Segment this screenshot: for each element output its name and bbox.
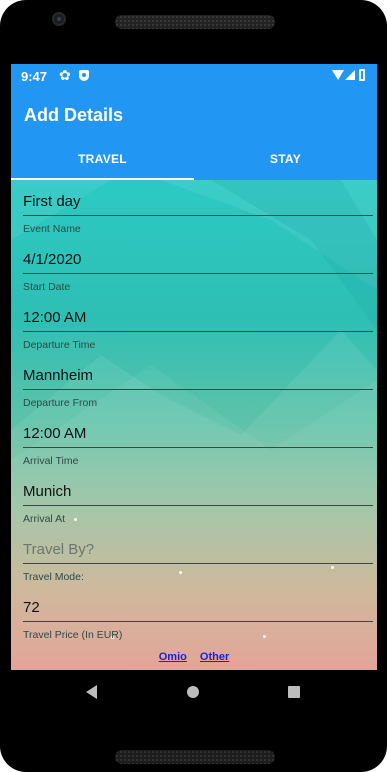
travel-mode-label: Travel Mode: [23,571,84,583]
event-name-field[interactable]: First day Event Name [23,192,373,235]
travel-price-label: Travel Price (In EUR) [23,629,123,641]
departure-time-value[interactable]: 12:00 AM [23,308,373,328]
travel-price-field[interactable]: 72 Travel Price (In EUR) [23,598,373,641]
departure-from-label: Departure From [23,397,98,409]
booking-links: Omio Other [11,651,377,663]
status-time: 9:47 [21,69,48,84]
phone-frame: 9:47 ✿ Add Details TRAVEL STAY First day… [0,0,387,772]
back-icon[interactable] [86,685,97,699]
app-bar: Add Details [11,88,377,140]
arrival-time-field[interactable]: 12:00 AM Arrival Time [23,424,373,467]
travel-mode-field[interactable]: Travel By? Travel Mode: [23,540,373,583]
signal-icon [345,70,355,80]
front-camera [52,12,66,26]
battery-icon [359,69,365,81]
tab-stay[interactable]: STAY [194,140,377,180]
omio-link[interactable]: Omio [159,651,187,663]
field-underline [23,447,373,448]
system-nav-bar [11,670,377,716]
field-underline [23,389,373,390]
arrival-at-value[interactable]: Munich [23,482,373,502]
top-speaker [115,15,275,29]
home-icon[interactable] [187,686,199,698]
shield-icon [79,70,89,81]
start-date-value[interactable]: 4/1/2020 [23,250,373,270]
event-name-value[interactable]: First day [23,192,373,212]
event-name-label: Event Name [23,223,81,235]
bottom-speaker [115,750,275,764]
status-bar: 9:47 ✿ [11,64,377,88]
arrival-at-label: Arrival At [23,513,66,525]
field-underline [23,273,373,274]
form-content: First day Event Name 4/1/2020 Start Date… [11,180,377,670]
start-date-label: Start Date [23,281,71,293]
arrival-at-field[interactable]: Munich Arrival At [23,482,373,525]
arrival-time-label: Arrival Time [23,455,79,467]
recent-apps-icon[interactable] [288,686,300,698]
travel-mode-input[interactable]: Travel By? [23,540,373,560]
tab-travel[interactable]: TRAVEL [11,140,194,180]
page-title: Add Details [24,105,124,125]
arrival-time-value[interactable]: 12:00 AM [23,424,373,444]
field-underline [23,563,373,564]
other-link[interactable]: Other [200,651,229,663]
departure-time-field[interactable]: 12:00 AM Departure Time [23,308,373,351]
departure-time-label: Departure Time [23,339,96,351]
departure-from-value[interactable]: Mannheim [23,366,373,386]
start-date-field[interactable]: 4/1/2020 Start Date [23,250,373,293]
gear-icon: ✿ [59,67,71,83]
field-underline [23,505,373,506]
travel-price-value[interactable]: 72 [23,598,373,618]
departure-from-field[interactable]: Mannheim Departure From [23,366,373,409]
screen: 9:47 ✿ Add Details TRAVEL STAY First day… [11,64,377,670]
tab-bar: TRAVEL STAY [11,140,377,180]
field-underline [23,215,373,216]
wifi-icon [332,70,344,80]
field-underline [23,621,373,622]
field-underline [23,331,373,332]
